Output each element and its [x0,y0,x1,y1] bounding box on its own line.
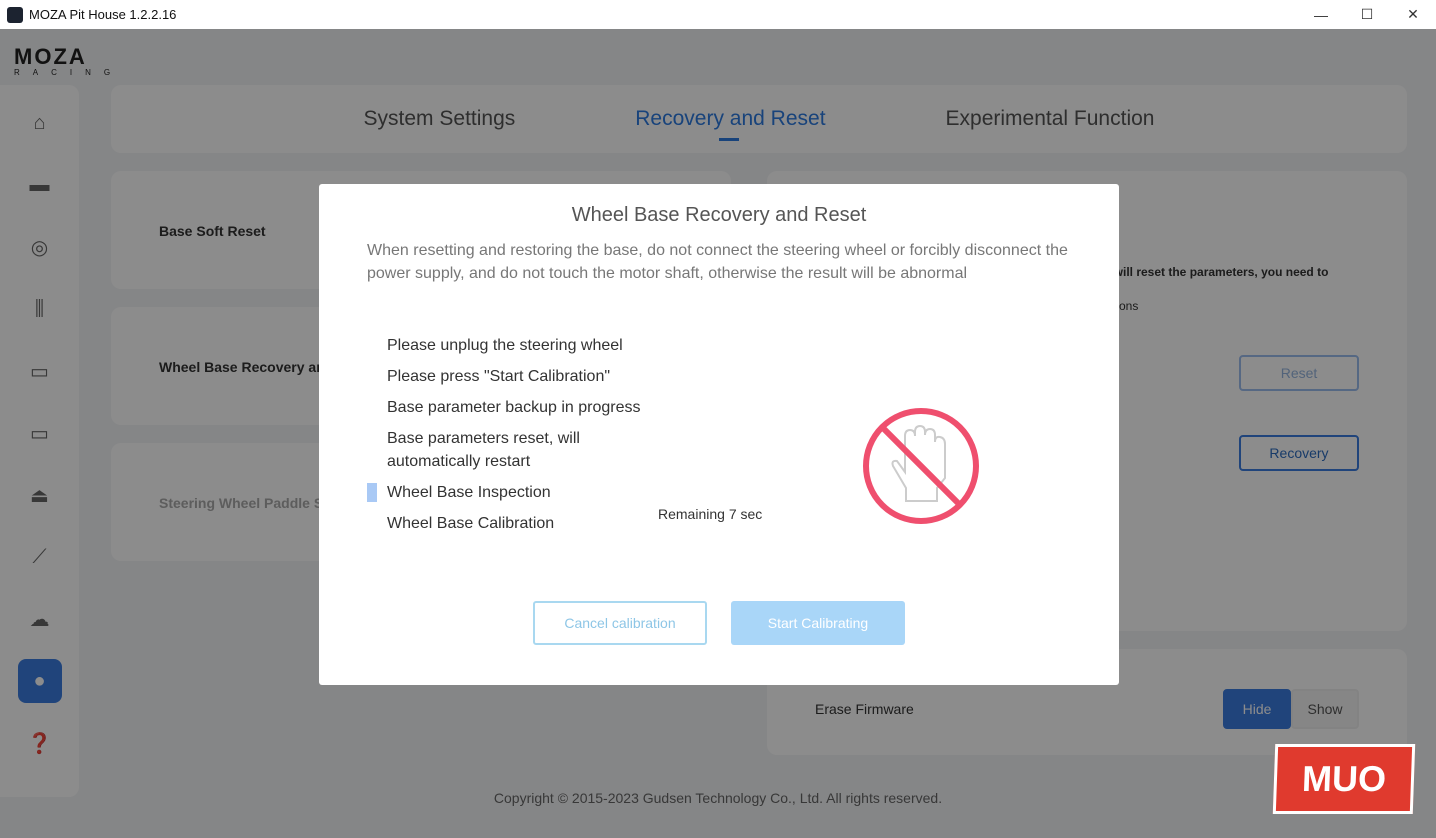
muo-watermark: MUO [1272,744,1416,814]
remaining-time: Remaining 7 sec [658,506,763,522]
title-bar: MOZA Pit House 1.2.2.16 — ☐ ✕ [0,0,1436,29]
no-touch-hand-icon [863,408,979,524]
maximize-button[interactable]: ☐ [1344,0,1390,29]
step-item: Wheel Base Calibration [387,515,555,532]
step-item: Base parameter backup in progress [387,399,641,416]
step-item: Please unplug the steering wheel [387,337,623,354]
step-list: Please unplug the steering wheel Please p… [367,334,657,543]
close-button[interactable]: ✕ [1390,0,1436,29]
recovery-dialog: Wheel Base Recovery and Reset When reset… [319,184,1119,685]
start-calibrating-button[interactable]: Start Calibrating [731,601,905,645]
app-icon [7,6,23,23]
dialog-title: Wheel Base Recovery and Reset [571,204,867,226]
step-item: Base parameters reset, will automaticall… [387,430,580,470]
warning-text: When resetting and restoring the base, d… [367,242,1068,282]
step-item: Please press "Start Calibration" [387,368,611,385]
cancel-calibration-button[interactable]: Cancel calibration [533,601,707,645]
minimize-button[interactable]: — [1298,0,1344,29]
window-title: MOZA Pit House 1.2.2.16 [29,7,177,22]
step-item: Wheel Base Inspection [367,481,657,504]
